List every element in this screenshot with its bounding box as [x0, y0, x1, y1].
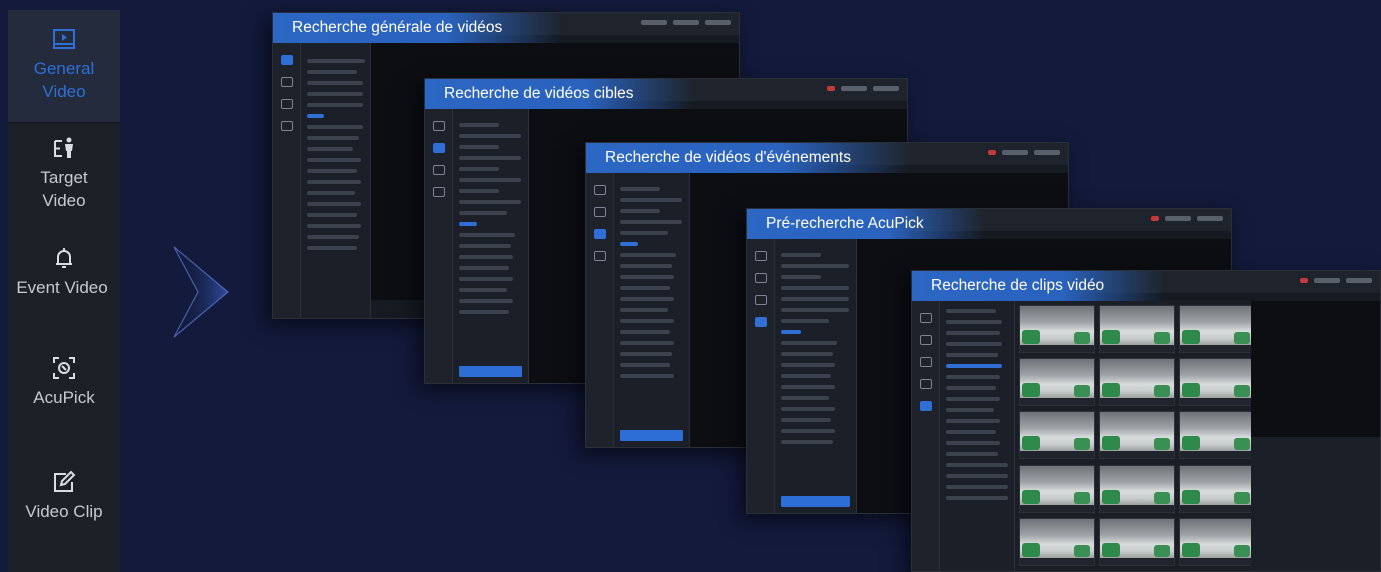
clip-thumbnail[interactable]: [1019, 464, 1095, 513]
clip-thumbnail[interactable]: [1099, 464, 1175, 513]
clip-thumbnail[interactable]: [1019, 358, 1095, 407]
nav-event-video[interactable]: Event Video: [8, 246, 120, 326]
clip-thumbnail[interactable]: [1099, 411, 1175, 460]
play-video-icon: [53, 29, 75, 49]
nav-general-video[interactable]: General Video: [8, 10, 120, 122]
chevron-right-arrow-icon: [173, 246, 229, 338]
bell-icon: [56, 248, 72, 268]
nav-acupick[interactable]: AcuPick: [8, 356, 120, 436]
window-icon-column: [425, 109, 453, 383]
nav-video-clip[interactable]: Video Clip: [8, 470, 120, 550]
window-icon-column: [273, 43, 301, 318]
calendar-device-panel: [301, 43, 371, 318]
clip-thumbnail[interactable]: [1179, 411, 1255, 460]
window-title: Recherche de vidéos d'événements: [586, 143, 911, 173]
acupick-scan-icon: [53, 357, 75, 379]
clip-thumbnail[interactable]: [1019, 411, 1095, 460]
nav-video-clip-label: Video Clip: [25, 502, 103, 521]
window-icon-column: [912, 301, 940, 571]
clip-thumbnail[interactable]: [1099, 517, 1175, 566]
clip-thumbnail[interactable]: [1179, 358, 1255, 407]
clip-thumbnail-grid: [1015, 301, 1255, 571]
nav-general-video-label-1: General: [33, 59, 95, 78]
search-type-sidebar: General Video Target Video Event Video A…: [8, 10, 120, 572]
event-filter-panel: [614, 173, 690, 447]
window-icon-column: [747, 239, 775, 513]
clip-thumbnail[interactable]: [1099, 358, 1175, 407]
nav-general-video-label-2: Video: [42, 82, 86, 101]
clip-thumbnail[interactable]: [1179, 305, 1255, 353]
target-filter-panel: [453, 109, 529, 383]
window-title: Recherche de vidéos cibles: [425, 79, 694, 109]
clip-thumbnail[interactable]: [1099, 305, 1175, 353]
clip-device-panel: [940, 301, 1015, 571]
edit-clip-icon: [54, 470, 76, 492]
person-target-icon: [54, 137, 73, 158]
acupick-filter-panel: [775, 239, 857, 513]
search-button[interactable]: [459, 366, 522, 377]
nav-target-video-label-1: Target: [40, 168, 88, 187]
nav-target-video-label-2: Video: [42, 191, 86, 210]
nav-target-video[interactable]: Target Video: [8, 136, 120, 236]
video-playback-area[interactable]: [1251, 301, 1380, 437]
clip-thumbnail[interactable]: [1019, 305, 1095, 353]
clip-thumbnail[interactable]: [1179, 517, 1255, 566]
clip-thumbnail[interactable]: [1179, 464, 1255, 513]
window-video-clip-search: Recherche de clips vidéo: [911, 270, 1381, 572]
nav-event-video-label: Event Video: [16, 278, 108, 297]
window-title: Pré-recherche AcuPick: [747, 209, 984, 239]
nav-acupick-label: AcuPick: [33, 388, 95, 407]
search-button[interactable]: [620, 430, 683, 441]
clip-thumbnail[interactable]: [1019, 517, 1095, 566]
window-title: Recherche de clips vidéo: [912, 271, 1165, 301]
window-title: Recherche générale de vidéos: [273, 13, 563, 43]
search-button[interactable]: [781, 496, 850, 507]
nav-divider: [8, 122, 120, 123]
window-icon-column: [586, 173, 614, 447]
clip-timeline[interactable]: [1251, 437, 1380, 571]
